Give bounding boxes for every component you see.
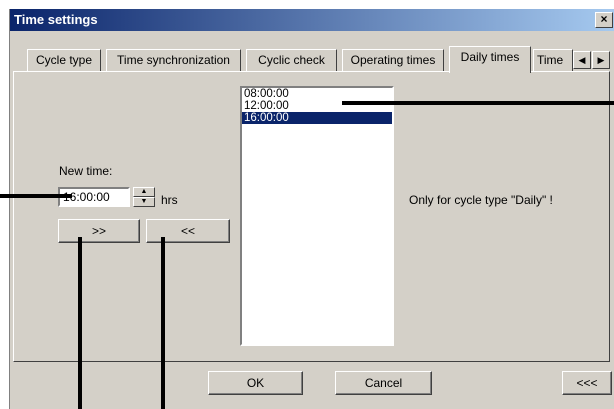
- cycle-type-note: Only for cycle type "Daily" !: [409, 193, 553, 207]
- new-time-label: New time:: [59, 164, 113, 178]
- tab-time-synchronization[interactable]: Time synchronization: [106, 49, 241, 72]
- list-item[interactable]: 08:00:00: [242, 88, 392, 100]
- daily-times-list[interactable]: 08:00:00 12:00:00 16:00:00: [240, 86, 394, 346]
- callout-line-input: [0, 194, 72, 198]
- remove-time-button[interactable]: <<: [146, 219, 230, 243]
- hrs-unit-label: hrs: [161, 193, 178, 207]
- tab-time[interactable]: Time: [533, 49, 573, 71]
- tab-operating-times[interactable]: Operating times: [342, 49, 444, 72]
- callout-line-remove: [161, 237, 165, 409]
- cancel-button[interactable]: Cancel: [335, 371, 432, 395]
- tab-daily-times[interactable]: Daily times: [449, 46, 531, 73]
- tab-cycle-type[interactable]: Cycle type: [27, 49, 101, 72]
- close-button[interactable]: ×: [595, 12, 613, 28]
- spin-up-icon[interactable]: ▲: [133, 187, 155, 197]
- spin-down-icon[interactable]: ▼: [133, 197, 155, 207]
- tab-scroll-left-icon[interactable]: ◀: [573, 51, 591, 69]
- list-item[interactable]: 16:00:00: [242, 112, 392, 124]
- title-bar[interactable]: Time settings ×: [10, 9, 614, 31]
- callout-line-list: [342, 101, 614, 105]
- add-time-button[interactable]: >>: [58, 219, 140, 243]
- collapse-button[interactable]: <<<: [562, 371, 612, 395]
- tab-scroll-right-icon[interactable]: ▶: [592, 51, 610, 69]
- callout-line-add: [78, 237, 82, 409]
- tab-cyclic-check[interactable]: Cyclic check: [246, 49, 337, 72]
- window-title: Time settings: [14, 12, 98, 27]
- ok-button[interactable]: OK: [208, 371, 303, 395]
